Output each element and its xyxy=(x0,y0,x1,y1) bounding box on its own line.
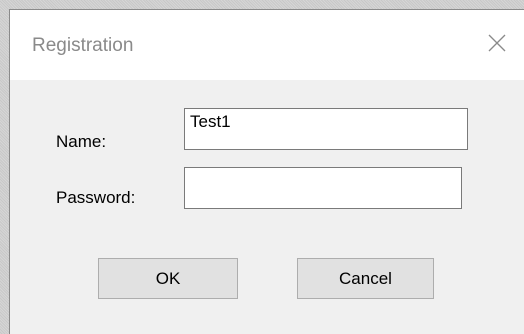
registration-dialog: Registration Name: Password: OK Cancel xyxy=(9,9,524,334)
password-field[interactable] xyxy=(184,167,462,209)
ok-button[interactable]: OK xyxy=(98,258,238,299)
close-icon xyxy=(487,33,507,58)
dialog-body: Name: Password: OK Cancel xyxy=(10,80,524,334)
name-label: Name: xyxy=(56,132,107,151)
title-bar[interactable]: Registration xyxy=(10,10,524,80)
name-field[interactable] xyxy=(184,108,468,150)
password-label: Password: xyxy=(56,188,136,207)
window-title: Registration xyxy=(32,35,134,56)
close-button[interactable] xyxy=(476,24,518,66)
cancel-button[interactable]: Cancel xyxy=(297,258,434,299)
